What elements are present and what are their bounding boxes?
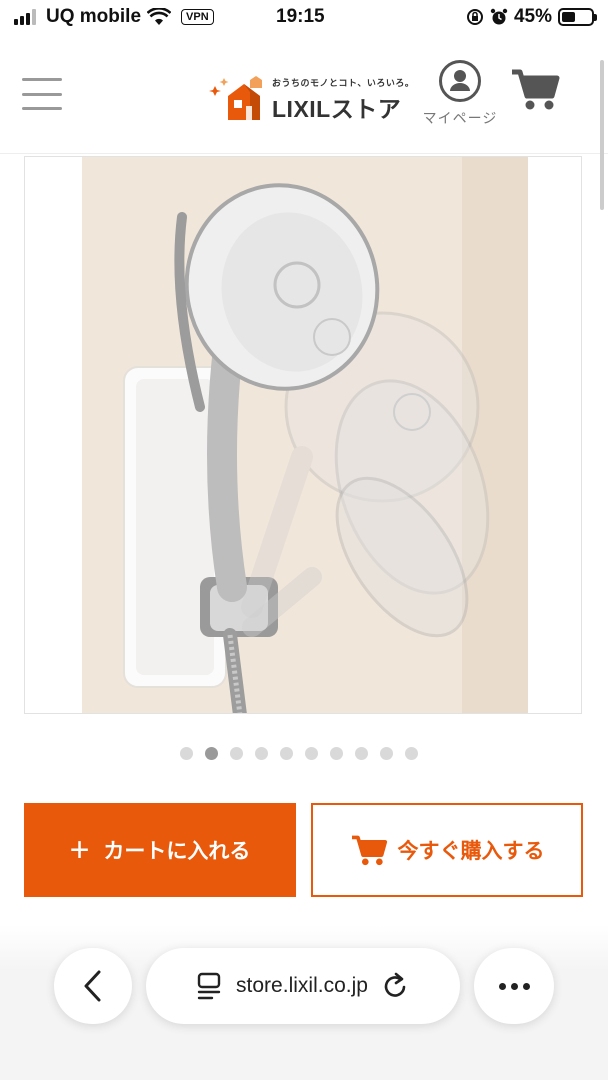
mypage-link[interactable]: マイページ xyxy=(420,60,500,128)
carousel-dot[interactable] xyxy=(405,747,418,760)
alarm-icon xyxy=(490,8,508,25)
carousel-dot[interactable] xyxy=(230,747,243,760)
carousel-dot[interactable] xyxy=(305,747,318,760)
menu-icon[interactable] xyxy=(22,78,62,110)
signal-icon xyxy=(14,9,36,25)
carousel-dot[interactable] xyxy=(205,747,218,760)
user-icon xyxy=(439,60,481,102)
rotation-lock-icon xyxy=(466,9,483,25)
more-options-button[interactable] xyxy=(474,948,554,1024)
carousel-dot[interactable] xyxy=(355,747,368,760)
battery-fill xyxy=(562,12,575,22)
vpn-badge: VPN xyxy=(181,9,214,25)
carousel-dot[interactable] xyxy=(280,747,293,760)
carousel-dot[interactable] xyxy=(380,747,393,760)
add-to-cart-label: カートに入れる xyxy=(103,840,251,863)
address-bar[interactable]: store.lixil.co.jp xyxy=(146,948,460,1024)
status-time: 19:15 xyxy=(276,6,325,27)
cart-icon[interactable] xyxy=(510,66,560,112)
more-dot xyxy=(522,982,530,990)
page-scrollbar[interactable] xyxy=(600,60,604,210)
status-left: UQ mobile VPN xyxy=(14,6,214,28)
site-header: おうちのモノとコト、いろいろ。 LIXILストア マイページ xyxy=(0,46,608,154)
plus-icon: + xyxy=(69,831,90,869)
logo-tagline: おうちのモノとコト、いろいろ。 xyxy=(272,78,415,88)
cart-icon-small xyxy=(351,835,387,866)
wifi-icon xyxy=(147,8,172,25)
carrier-name: UQ mobile xyxy=(46,6,142,27)
back-button[interactable] xyxy=(54,948,132,1024)
add-to-cart-button[interactable]: + カートに入れる xyxy=(24,803,296,897)
carousel-dot[interactable] xyxy=(255,747,268,760)
logo-wordmark: LIXILストア xyxy=(272,96,402,122)
shower-head-illustration xyxy=(82,157,528,713)
carousel-dot[interactable] xyxy=(330,747,343,760)
carousel-dots xyxy=(180,747,418,760)
product-image-frame[interactable] xyxy=(24,156,582,714)
more-dot xyxy=(498,982,506,990)
product-photo xyxy=(82,157,528,713)
reload-icon[interactable] xyxy=(382,971,410,1001)
status-bar: UQ mobile VPN 19:15 45% xyxy=(0,0,608,36)
mypage-label: マイページ xyxy=(422,110,498,126)
lixil-store-logo[interactable]: おうちのモノとコト、いろいろ。 LIXILストア xyxy=(206,66,414,126)
logo-house-icon xyxy=(209,76,262,120)
chevron-left-icon xyxy=(84,970,101,1002)
battery-percent: 45% xyxy=(513,6,552,27)
carousel-dot[interactable] xyxy=(180,747,193,760)
more-dot xyxy=(510,982,518,990)
buy-now-button[interactable]: 今すぐ購入する xyxy=(311,803,583,897)
battery-icon xyxy=(558,8,597,26)
buy-now-label: 今すぐ購入する xyxy=(397,840,545,863)
url-text: store.lixil.co.jp xyxy=(236,974,368,997)
page-format-icon[interactable] xyxy=(196,972,222,1000)
status-right: 45% xyxy=(466,6,597,28)
